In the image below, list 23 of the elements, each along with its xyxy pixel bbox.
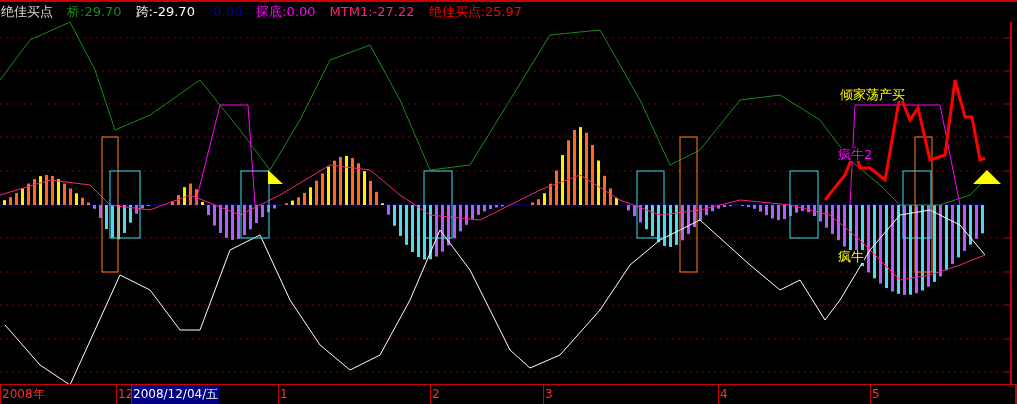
chart-label: 疯牛 (838, 250, 864, 263)
triangle-marker (973, 170, 1001, 184)
signal-box (789, 170, 819, 239)
indicator-title: 绝佳买点 (1, 3, 53, 22)
time-axis-label: 2008/12/04/五 (131, 385, 220, 404)
time-axis-label: 3 (543, 385, 554, 404)
triangle-marker (268, 170, 283, 184)
time-axis-label: 5 (870, 385, 881, 404)
chart-label: 疯牛2 (838, 148, 873, 161)
indicator-value: 跨:-29.70 (135, 3, 195, 22)
time-axis-label: 4 (718, 385, 729, 404)
indicator-value: MTM1:-27.22 (329, 3, 415, 22)
indicator-value: :0.00 (208, 3, 243, 22)
time-axis-label: 2008年 (0, 385, 46, 404)
signal-box (636, 170, 665, 239)
signal-box (423, 170, 453, 239)
indicator-value: 探底:0.00 (256, 3, 316, 22)
time-axis-label: 2 (430, 385, 441, 404)
signal-box (240, 170, 270, 239)
indicator-value: 绝佳买点:25.97 (428, 3, 523, 22)
chart-label: 倾家荡产买 (840, 88, 905, 101)
time-axis-label: 1 (278, 385, 289, 404)
indicator-value: 桥:29.70 (67, 3, 122, 22)
